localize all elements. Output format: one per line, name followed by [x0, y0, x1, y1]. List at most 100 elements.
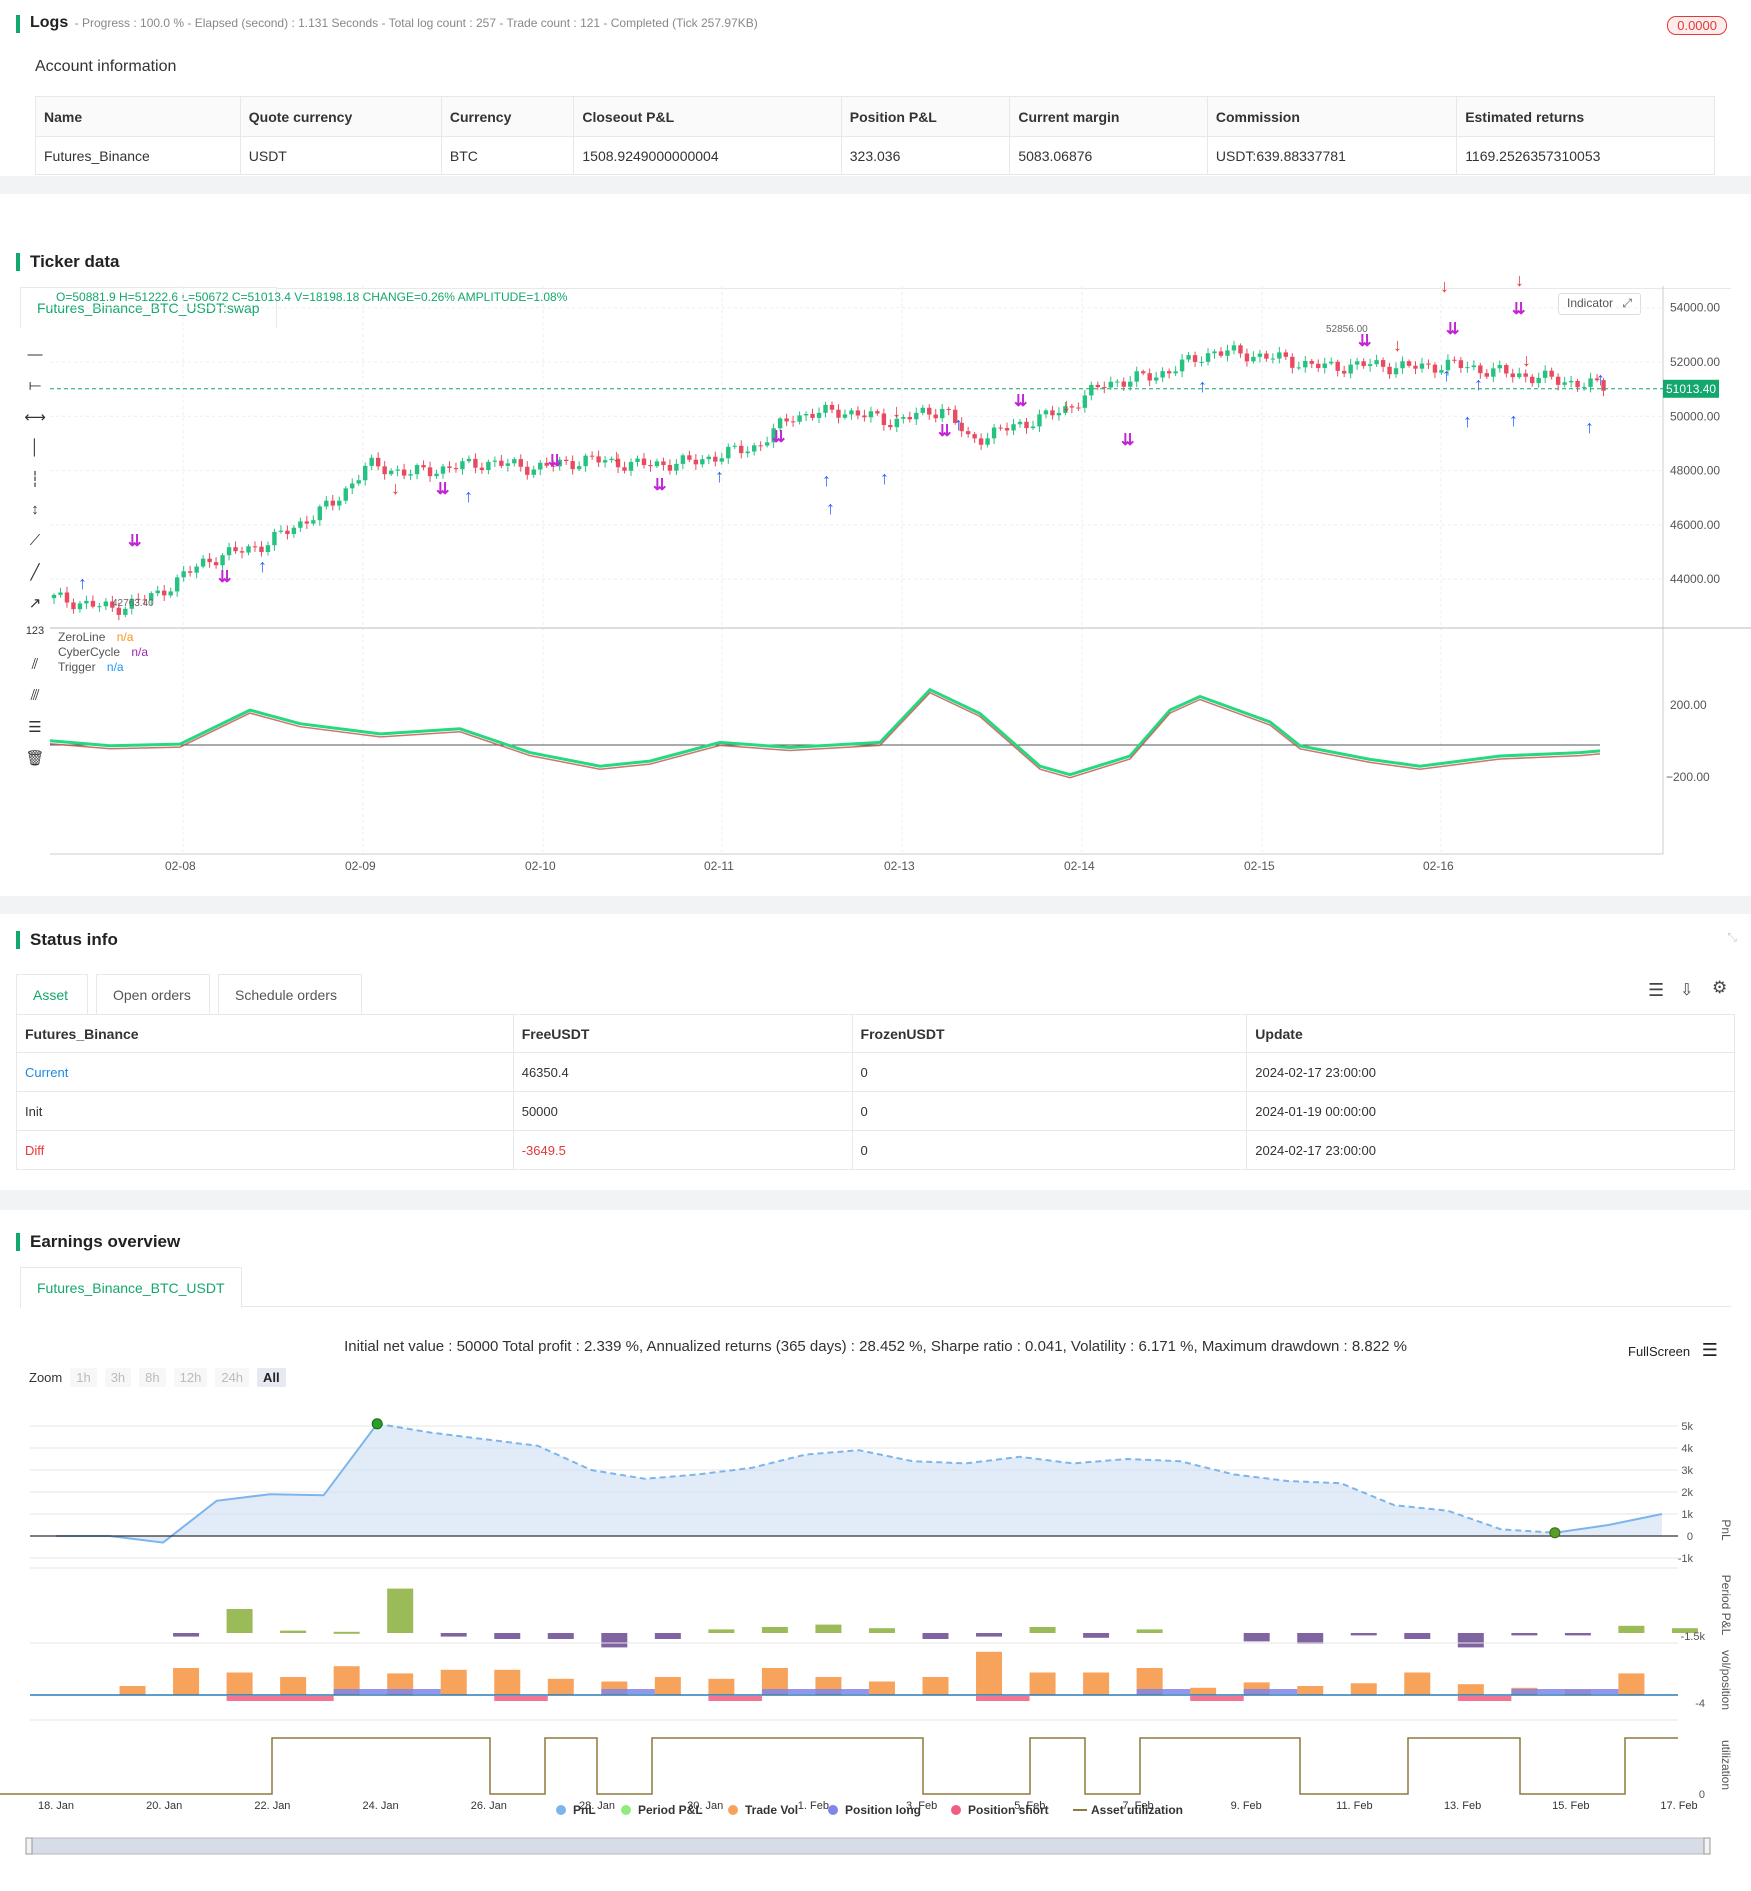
period-pnl-bar: [708, 1629, 735, 1633]
trade-vol-bar: [440, 1669, 467, 1695]
candle-body: [427, 467, 433, 477]
download-icon[interactable]: ⇩: [1680, 980, 1693, 1000]
candle-body: [531, 469, 536, 475]
account-table: Name Quote currency Currency Closeout P&L Po…: [35, 96, 1715, 175]
candle-body: [298, 521, 303, 528]
close-signal-marker: ⇊: [772, 429, 785, 446]
candle-body: [1290, 356, 1295, 368]
osc-tick-label: −200.00: [1666, 770, 1710, 784]
candle-body: [58, 592, 63, 595]
candle-body: [1179, 359, 1185, 372]
candle-body: [1128, 381, 1133, 387]
account-header: Currency: [440, 96, 575, 137]
candle-body: [1141, 371, 1146, 374]
period-pnl-bar: [1564, 1633, 1591, 1636]
tab-asset[interactable]: Asset: [16, 974, 88, 1015]
account-cell: 5083.06876: [1009, 136, 1208, 175]
candle-body: [622, 467, 627, 471]
date-tick-label: 11. Feb: [1336, 1800, 1373, 1812]
candle-body: [907, 417, 912, 420]
candle-body: [1517, 373, 1522, 378]
trade-vol-bar: [226, 1672, 253, 1695]
logs-panel: Logs - Progress : 100.0 % - Elapsed (sec…: [0, 0, 1751, 176]
candlestick-chart[interactable]: 54000.00 52000.00 50000.00 48000.00 46000.00…: [0, 194, 1751, 896]
close-icon[interactable]: ⤡: [1727, 930, 1737, 945]
candle-body: [881, 413, 887, 426]
candle-body: [259, 546, 264, 552]
candle-body: [343, 488, 348, 501]
position-short-bar: [1190, 1696, 1244, 1701]
axis-label: utilization: [1719, 1740, 1733, 1790]
position-short-bar: [1457, 1696, 1512, 1701]
tab-open-orders[interactable]: Open orders: [96, 974, 210, 1015]
candle-body: [726, 446, 731, 459]
candle-body: [265, 545, 271, 552]
candle-body: [369, 457, 374, 466]
tab-schedule-orders[interactable]: Schedule orders: [218, 974, 362, 1015]
candle-body: [1588, 378, 1593, 387]
asset-cell: 2024-02-17 23:00:00: [1246, 1052, 1735, 1092]
candle-body: [1484, 373, 1490, 377]
period-pnl-bar: [1511, 1633, 1538, 1636]
account-header: Current margin: [1009, 96, 1208, 137]
price-tick-label: 48000.00: [1670, 464, 1720, 478]
legend-name: ZeroLine: [58, 630, 106, 644]
candle-body: [200, 558, 206, 567]
candle-body: [421, 465, 426, 468]
account-cell: 1508.9249000000004: [573, 136, 842, 175]
asset-cell: 46350.4: [512, 1052, 853, 1092]
candle-body: [777, 418, 783, 429]
long-signal-arrow: ↑: [715, 466, 724, 486]
candle-body: [745, 451, 750, 454]
period-pnl-bar: [1243, 1633, 1270, 1642]
account-cell: USDT: [239, 136, 442, 175]
navigator-handle-left: [25, 1837, 33, 1855]
candle-body: [1361, 361, 1366, 367]
long-signal-arrow: ↑: [1442, 365, 1451, 385]
candle-body: [1218, 351, 1224, 356]
candle-body: [162, 590, 167, 596]
candle-body: [1504, 365, 1509, 374]
candle-body: [946, 408, 951, 410]
candle-body: [933, 414, 938, 419]
pnl-tick-label: 2k: [1681, 1487, 1693, 1499]
candle-body: [1542, 370, 1548, 378]
list-icon[interactable]: ☰: [1648, 980, 1664, 1001]
candle-body: [1322, 363, 1327, 369]
candle-body: [1212, 351, 1217, 354]
settings-icon[interactable]: ⚙: [1712, 978, 1727, 998]
candle-body: [460, 461, 465, 470]
candle-body: [810, 413, 815, 418]
legend-label: Trade Vol: [745, 1803, 798, 1817]
date-tick-label: 17. Feb: [1660, 1800, 1697, 1812]
candle-body: [1121, 381, 1126, 387]
period-pnl-bar: [654, 1633, 681, 1639]
short-signal-arrow: ↓: [391, 478, 400, 498]
candle-body: [700, 459, 705, 465]
candle-body: [324, 500, 329, 507]
candle-body: [687, 455, 692, 460]
date-tick-label: 20. Jan: [146, 1800, 182, 1812]
account-cell: USDT:639.88337781: [1206, 136, 1458, 175]
candle-body: [875, 411, 880, 414]
period-pnl-bar: [1404, 1633, 1431, 1639]
candle-body: [285, 530, 290, 535]
candle-body: [466, 458, 472, 462]
period-pnl-bar: [1350, 1633, 1377, 1636]
candle-body: [486, 461, 491, 470]
candle-body: [453, 468, 459, 470]
candle-body: [1244, 353, 1250, 362]
asset-cell: Diff: [16, 1130, 514, 1170]
candle-body: [758, 445, 763, 447]
position-short-bar: [708, 1696, 762, 1701]
time-tick-label: 02-08: [165, 859, 196, 873]
account-header: Commission: [1206, 96, 1458, 137]
indicator-legend: ZeroLine n/a CyberCycle n/a Trigger n/a: [58, 630, 148, 675]
candle-body: [1173, 371, 1178, 374]
candle-body: [1257, 353, 1263, 357]
candle-body: [174, 577, 180, 592]
candle-body: [1296, 367, 1301, 369]
long-signal-arrow: ↑: [1463, 411, 1472, 431]
earnings-chart[interactable]: 5k 4k 3k 2k 1k 0 -1k -1.5k -4 0 PnL Period P&L vol/p…: [0, 1210, 1751, 1891]
candle-body: [194, 566, 199, 573]
